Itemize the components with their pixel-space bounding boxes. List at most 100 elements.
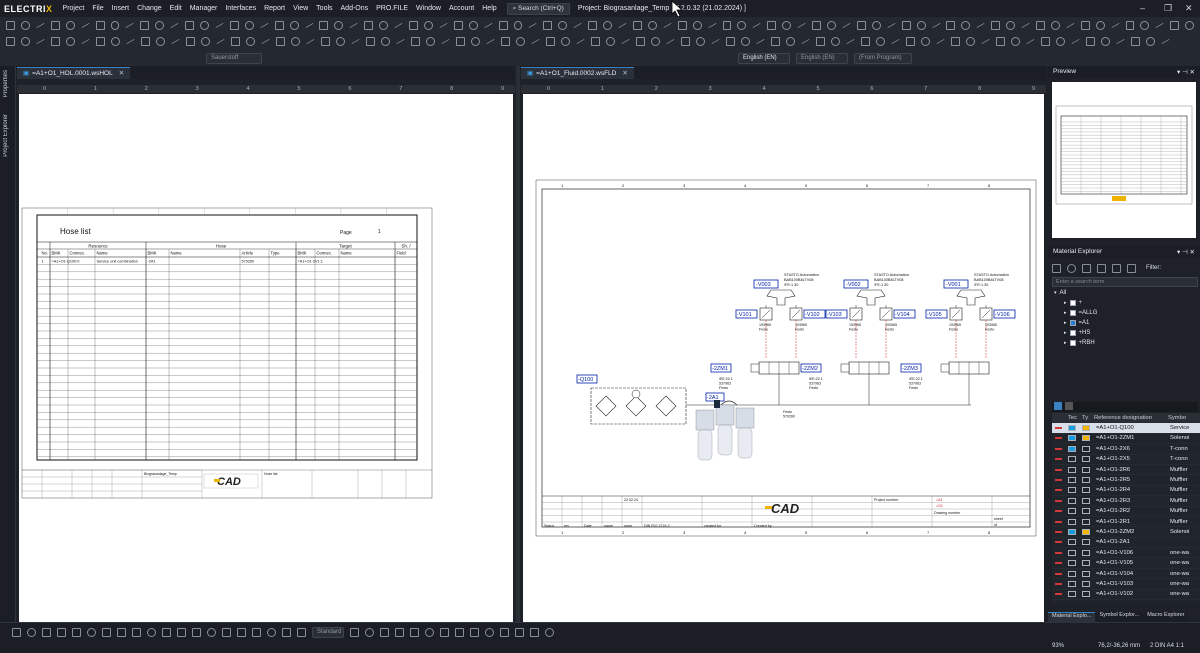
filter-icon[interactable] — [1052, 263, 1061, 273]
menu-project[interactable]: Project — [59, 5, 89, 12]
toolbar-icon[interactable] — [66, 37, 75, 46]
toolbar-icon[interactable] — [588, 20, 598, 30]
toolbar-icon[interactable] — [1125, 20, 1135, 30]
pin-icon[interactable]: ▾ ⊣ ✕ — [1177, 68, 1195, 76]
draw-tool-icon[interactable] — [470, 627, 479, 637]
toolbar-icon[interactable] — [831, 37, 840, 46]
menu-window[interactable]: Window — [412, 5, 445, 12]
layer-dropdown[interactable]: Standard — [312, 626, 344, 638]
toolbar-icon[interactable] — [1021, 22, 1030, 28]
table-row[interactable]: =A1+O1-2R1 Muffler — [1052, 517, 1200, 528]
table-row[interactable]: =A1+O1-V105 one-wa — [1052, 558, 1200, 569]
toolbar-icon[interactable] — [468, 20, 478, 30]
toolbar-icon[interactable] — [1086, 37, 1095, 46]
toolbar-icon[interactable] — [816, 37, 825, 46]
toolbar-icon[interactable] — [991, 20, 1001, 30]
expand-icon[interactable]: ▸ — [1064, 298, 1067, 308]
toolbar-icon[interactable] — [441, 38, 450, 45]
toolbar-icon[interactable] — [812, 20, 821, 30]
toolbar-icon[interactable] — [200, 20, 209, 30]
toolbar-icon[interactable] — [1080, 20, 1090, 30]
table-row[interactable]: =A1+O1-2X5 T-conn — [1052, 455, 1200, 465]
toolbar-icon[interactable] — [349, 22, 358, 28]
toolbar-icon[interactable] — [663, 22, 672, 28]
toolbar-icon[interactable] — [1155, 22, 1164, 28]
toolbar-icon[interactable] — [111, 37, 120, 46]
toolbar-icon[interactable] — [244, 20, 254, 30]
toolbar-icon[interactable] — [261, 38, 270, 45]
toolbar-icon[interactable] — [36, 22, 45, 28]
menu-profile[interactable]: PRO.FILE — [372, 5, 412, 12]
toolbar-icon[interactable] — [155, 20, 165, 30]
menu-insert[interactable]: Insert — [108, 5, 134, 12]
toolbar-icon[interactable] — [319, 20, 329, 30]
expand-icon[interactable]: ▸ — [1064, 328, 1067, 338]
tree-item[interactable]: ▸ +HS — [1052, 328, 1198, 338]
toolbar-icon[interactable] — [1110, 22, 1120, 28]
table-row[interactable]: =A1+O1-2R4 Muffler — [1052, 486, 1200, 497]
toolbar-icon[interactable] — [876, 37, 885, 46]
draw-tool-icon[interactable] — [72, 627, 81, 637]
draw-tool-icon[interactable] — [380, 627, 389, 637]
toolbar-icon[interactable] — [1116, 38, 1125, 45]
table-row[interactable]: =A1+O1-2ZM1 Solenoi — [1052, 434, 1200, 445]
menu-addons[interactable]: Add-Ons — [337, 5, 373, 12]
toolbar-icon[interactable] — [528, 22, 538, 28]
expand-icon[interactable]: ▸ — [1064, 338, 1067, 348]
draw-tool-icon[interactable] — [530, 627, 539, 637]
toolbar-icon[interactable] — [797, 22, 806, 28]
toolbar-icon[interactable] — [846, 38, 855, 45]
toolbar-icon[interactable] — [366, 37, 375, 46]
menu-interfaces[interactable]: Interfaces — [221, 5, 260, 12]
tree-checkbox[interactable] — [1069, 310, 1076, 316]
toolbar-icon[interactable] — [726, 37, 735, 46]
toolbar-icon[interactable] — [666, 38, 675, 45]
table-row[interactable]: =A1+O1-V103 one-wa — [1052, 579, 1200, 590]
toolbar-icon[interactable] — [801, 38, 810, 45]
toolbar-icon[interactable] — [946, 20, 956, 30]
drawing-canvas-2[interactable]: 1 1 2 2 3 3 4 4 5 5 6 6 7 7 8 8 -V003 STASTO Automation BA… — [523, 94, 1044, 622]
menu-tools[interactable]: Tools — [312, 5, 336, 12]
toolbar-icon[interactable] — [336, 37, 345, 46]
toolbar-icon[interactable] — [737, 20, 747, 30]
toolbar-icon[interactable] — [531, 38, 540, 45]
toolbar-icon[interactable] — [125, 22, 134, 28]
toolbar-icon[interactable] — [260, 22, 269, 28]
draw-tool-icon[interactable] — [395, 627, 404, 637]
minimize-icon[interactable]: – — [1140, 3, 1145, 13]
table-row[interactable]: =A1+O1-2R2 Muffler — [1052, 507, 1200, 517]
menu-manager[interactable]: Manager — [186, 5, 222, 12]
toolbar-icon[interactable] — [916, 20, 926, 30]
toolbar-icon[interactable] — [453, 20, 463, 30]
table-row[interactable]: =A1+O1-2X6 T-conn — [1052, 444, 1200, 455]
toolbar-icon[interactable] — [696, 37, 705, 46]
toolbar-icon[interactable] — [81, 38, 90, 45]
toolbar-icon[interactable] — [636, 37, 645, 46]
menu-file[interactable]: File — [88, 5, 107, 12]
grid-icon[interactable] — [1054, 402, 1062, 410]
toolbar-icon[interactable] — [901, 20, 911, 30]
toolbar-icon[interactable] — [711, 38, 720, 45]
toolbar-icon[interactable] — [606, 37, 615, 46]
tree-item[interactable]: ▸ =A1 — [1052, 318, 1198, 328]
tree-checkbox[interactable] — [1069, 340, 1076, 346]
toolbar-icon[interactable] — [289, 20, 299, 30]
project-explorer-tab[interactable]: Project Explorer — [3, 114, 9, 157]
toolbar-icon[interactable] — [651, 37, 660, 46]
toolbar-icon[interactable] — [185, 20, 195, 30]
toolbar-icon[interactable] — [771, 37, 780, 46]
menu-report[interactable]: Report — [260, 5, 289, 12]
draw-tool-icon[interactable] — [57, 627, 66, 637]
toolbar-icon[interactable] — [891, 38, 900, 45]
toolbar-icon[interactable] — [546, 37, 555, 46]
toolbar-icon[interactable] — [379, 20, 389, 30]
table-row[interactable]: =A1+O1-V106 one-wa — [1052, 548, 1200, 559]
toolbar-icon[interactable] — [756, 38, 765, 45]
toolbar-icon[interactable] — [486, 38, 495, 45]
draw-tool-icon[interactable] — [42, 627, 51, 637]
draw-tool-icon[interactable] — [192, 627, 201, 637]
panel-tab[interactable]: Material Explo... — [1048, 612, 1096, 622]
close-tab-icon[interactable]: ✕ — [119, 68, 124, 79]
toolbar-icon[interactable] — [304, 22, 314, 28]
toolbar-icon[interactable] — [1140, 20, 1150, 30]
